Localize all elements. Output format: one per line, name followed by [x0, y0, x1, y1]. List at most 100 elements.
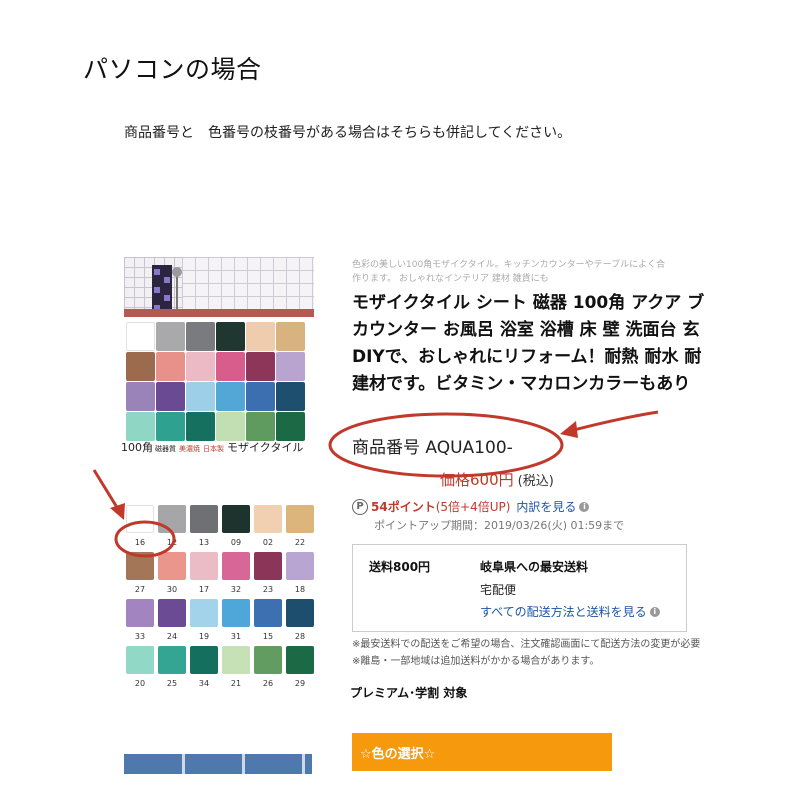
shipping-note: ※離島・一部地域は追加送料がかかる場合があります。 [352, 656, 600, 667]
tile-color [126, 352, 155, 381]
swatch-tile[interactable] [158, 552, 186, 580]
tile-color [246, 322, 275, 351]
color-swatch-32[interactable]: 32 [222, 552, 250, 596]
shower-head-icon [172, 267, 182, 277]
swatch-tile[interactable] [190, 505, 218, 533]
price-value: 価格600円 [440, 471, 514, 489]
caption-size: 100角 [121, 441, 153, 454]
color-swatch-17[interactable]: 17 [190, 552, 218, 596]
swatch-code: 12 [166, 538, 178, 547]
color-swatch-26[interactable]: 26 [254, 646, 282, 690]
info-icon[interactable]: i [579, 501, 590, 512]
swatch-tile[interactable] [254, 505, 282, 533]
tile-color [156, 382, 185, 411]
catch-copy-line: 色彩の美しい100角モザイクタイル。キッチンカウンターやテーブルによく合 [352, 260, 666, 270]
color-swatch-24[interactable]: 24 [158, 599, 186, 643]
color-select-button[interactable]: ☆色の選択☆ [352, 733, 612, 771]
color-swatch-28[interactable]: 28 [286, 599, 314, 643]
shipping-methods-link-label[interactable]: すべての配送方法と送料を見る [480, 603, 647, 620]
color-swatch-18[interactable]: 18 [286, 552, 314, 596]
swatch-tile[interactable] [190, 646, 218, 674]
swatch-arrow [92, 469, 120, 510]
product-photo [124, 257, 314, 317]
item-number: 商品番号 AQUA100- [352, 438, 513, 458]
points-period: ポイントアップ期間：2019/03/26(火) 01:59まで [374, 519, 625, 532]
swatch-tile[interactable] [190, 599, 218, 627]
color-swatch-02[interactable]: 02 [254, 505, 282, 549]
swatch-tile[interactable] [222, 646, 250, 674]
swatch-tile[interactable] [286, 646, 314, 674]
tile-color [276, 382, 305, 411]
swatch-tile[interactable] [222, 599, 250, 627]
swatch-tile[interactable] [222, 505, 250, 533]
color-swatch-16[interactable]: 16 [126, 505, 154, 549]
caption-product-name: モザイクタイル [227, 441, 304, 454]
catch-copy: 色彩の美しい100角モザイクタイル。キッチンカウンターやテーブルによく合 作りま… [352, 258, 737, 286]
color-swatch-19[interactable]: 19 [190, 599, 218, 643]
shipping-note: ※最安送料での配送をご希望の場合、注文確認画面にて配送方法の変更が必要 [352, 639, 701, 650]
color-swatch-25[interactable]: 25 [158, 646, 186, 690]
points-row: P 54ポイント (5倍+4倍UP) 内訳を見る i [352, 498, 590, 515]
swatch-code: 22 [294, 538, 306, 547]
swatch-tile[interactable] [126, 552, 154, 580]
tile-color [276, 412, 305, 441]
swatch-tile[interactable] [158, 505, 186, 533]
swatch-code: 33 [134, 632, 146, 641]
points-detail-link[interactable]: 内訳を見る [516, 498, 576, 515]
color-swatch-31[interactable]: 31 [222, 599, 250, 643]
tile-color [216, 382, 245, 411]
color-swatch-13[interactable]: 13 [190, 505, 218, 549]
swatch-tile[interactable] [286, 599, 314, 627]
swatch-tile[interactable] [126, 505, 154, 533]
product-image-next [124, 754, 312, 774]
swatch-tile[interactable] [158, 599, 186, 627]
product-title: モザイクタイル シート 磁器 100角 アクア ブ カウンター お風呂 浴室 浴… [352, 290, 737, 398]
swatch-tile[interactable] [158, 646, 186, 674]
swatch-code: 26 [262, 679, 274, 688]
premium-label: プレミアム･学割 対象 [350, 686, 468, 700]
swatch-tile[interactable] [190, 552, 218, 580]
swatch-tile[interactable] [254, 599, 282, 627]
color-swatch-09[interactable]: 09 [222, 505, 250, 549]
product-title-line: 建材です。ビタミン・マカロンカラーもあり [352, 374, 691, 394]
photo-wall [182, 257, 314, 317]
swatch-tile[interactable] [286, 552, 314, 580]
swatch-code: 24 [166, 632, 178, 641]
swatch-tile[interactable] [222, 552, 250, 580]
swatch-tile[interactable] [254, 646, 282, 674]
color-swatch-29[interactable]: 29 [286, 646, 314, 690]
shipping-box: 送料800円 岐阜県への最安送料 宅配便 すべての配送方法と送料を見る i [352, 544, 687, 632]
color-swatch-27[interactable]: 27 [126, 552, 154, 596]
product-title-line: カウンター お風呂 浴室 浴槽 床 壁 洗面台 玄 [352, 320, 700, 340]
tile-color [276, 352, 305, 381]
swatch-code: 02 [262, 538, 274, 547]
swatch-tile[interactable] [254, 552, 282, 580]
info-icon[interactable]: i [649, 606, 660, 617]
color-swatch-20[interactable]: 20 [126, 646, 154, 690]
shipping-methods-link[interactable]: すべての配送方法と送料を見る i [480, 603, 660, 620]
instruction-text: 商品番号と 色番号の枝番号がある場合はそちらも併記してください。 [124, 125, 572, 141]
annotation-overlay [92, 410, 659, 558]
color-swatch-33[interactable]: 33 [126, 599, 154, 643]
swatch-tile[interactable] [126, 599, 154, 627]
color-swatch-list: 16 12 13 09 02 22 27 30 17 32 23 18 33 24 19 31 15 28 20 25… [126, 505, 314, 690]
tile-color [186, 412, 215, 441]
swatch-code: 25 [166, 679, 178, 688]
color-swatch-21[interactable]: 21 [222, 646, 250, 690]
shipping-method: 宅配便 [480, 583, 517, 597]
photo-shower-hose [176, 275, 178, 309]
price: 価格600円 (税込) [440, 469, 554, 490]
color-swatch-23[interactable]: 23 [254, 552, 282, 596]
color-swatch-12[interactable]: 12 [158, 505, 186, 549]
swatch-tile[interactable] [286, 505, 314, 533]
color-swatch-15[interactable]: 15 [254, 599, 282, 643]
color-swatch-34[interactable]: 34 [190, 646, 218, 690]
tile-color [126, 382, 155, 411]
swatch-tile[interactable] [126, 646, 154, 674]
tile-color [216, 352, 245, 381]
swatch-code: 16 [134, 538, 146, 547]
color-swatch-22[interactable]: 22 [286, 505, 314, 549]
color-swatch-30[interactable]: 30 [158, 552, 186, 596]
tile-color [156, 412, 185, 441]
item-number-arrowhead [560, 421, 578, 438]
